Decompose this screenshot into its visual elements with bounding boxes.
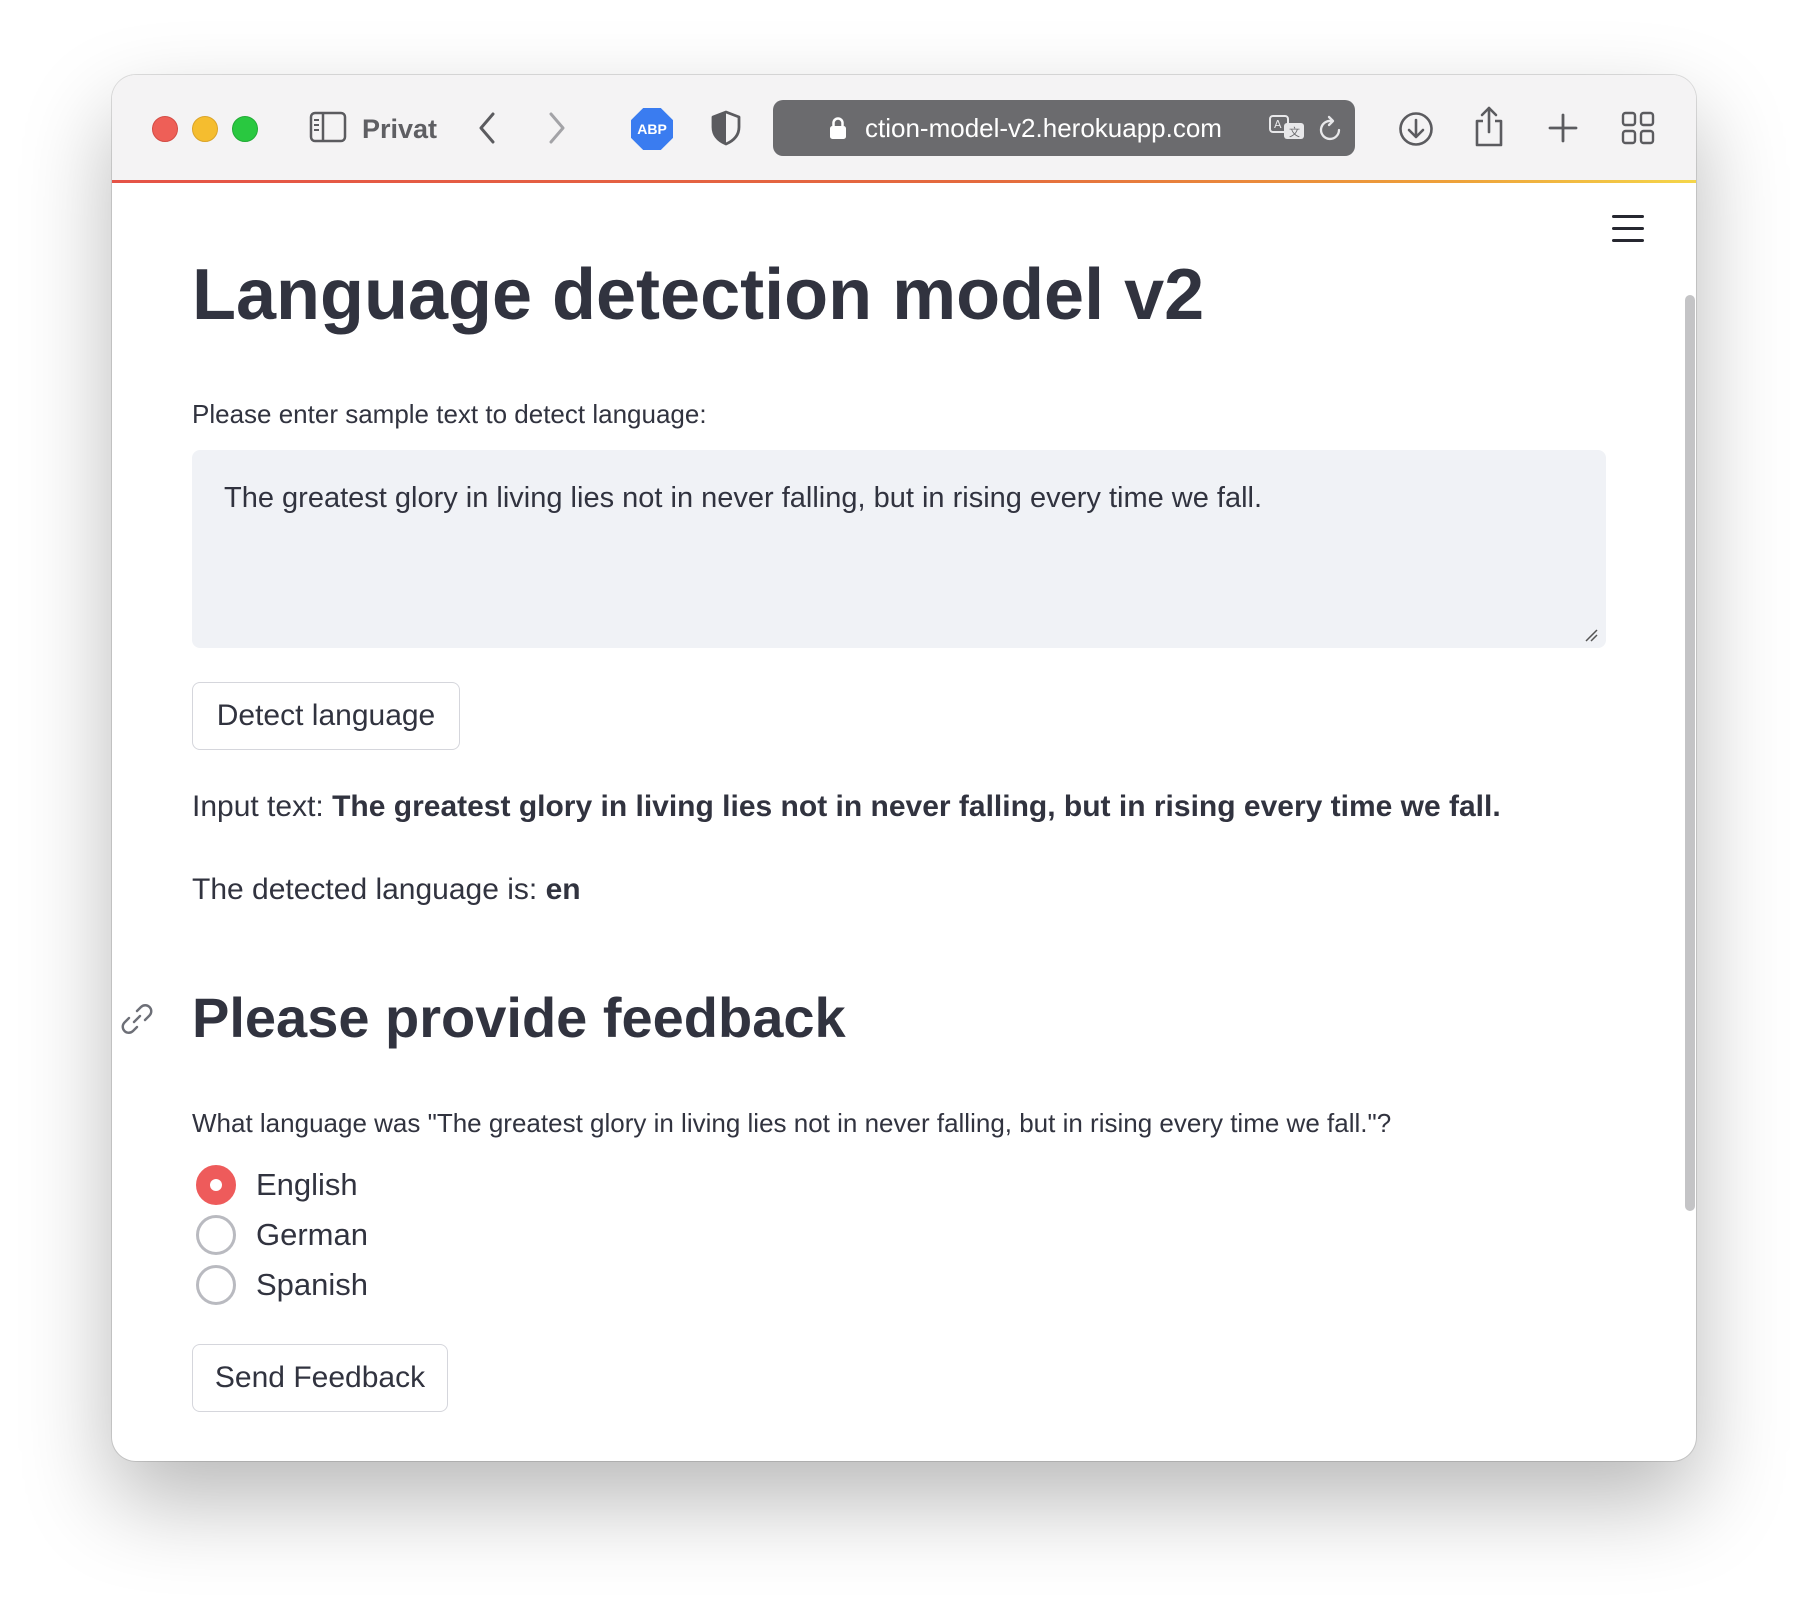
lock-icon [827, 114, 849, 142]
detect-language-button[interactable]: Detect language [192, 682, 460, 750]
close-window-button[interactable] [152, 116, 178, 142]
radio-label: Spanish [256, 1267, 369, 1302]
zoom-window-button[interactable] [232, 116, 258, 142]
reload-icon[interactable] [1315, 113, 1347, 145]
sample-text-area[interactable]: The greatest glory in living lies not in… [192, 450, 1606, 648]
privacy-shield-icon[interactable] [708, 108, 744, 148]
scrollbar[interactable] [1685, 295, 1695, 1211]
svg-text:A: A [1274, 118, 1282, 131]
radio-label: German [256, 1217, 368, 1252]
radio-unselected-icon[interactable] [196, 1265, 236, 1305]
downloads-icon[interactable] [1396, 109, 1436, 149]
detected-language-value: en [545, 873, 581, 906]
detected-language-prefix: The detected language is: [192, 873, 538, 906]
forward-icon[interactable] [542, 108, 572, 148]
detected-language-line: The detected language is: en [192, 870, 581, 910]
menu-icon[interactable] [1612, 215, 1644, 245]
radio-option-english[interactable]: English [196, 1163, 358, 1207]
radio-option-spanish[interactable]: Spanish [196, 1263, 368, 1307]
input-text-value: The greatest glory in living lies not in… [332, 790, 1501, 823]
new-tab-icon[interactable] [1546, 111, 1580, 145]
address-bar[interactable]: ction-model-v2.herokuapp.com A文 [773, 100, 1355, 156]
radio-selected-icon[interactable] [196, 1165, 236, 1205]
text-input-label: Please enter sample text to detect langu… [192, 399, 707, 429]
minimize-window-button[interactable] [192, 116, 218, 142]
page-title: Language detection model v2 [192, 255, 1205, 335]
adblock-plus-icon[interactable]: ABP [631, 108, 673, 150]
tab-overview-icon[interactable] [1620, 110, 1656, 146]
share-icon[interactable] [1471, 103, 1507, 149]
radio-option-german[interactable]: German [196, 1213, 368, 1257]
heading-anchor-link-icon[interactable] [118, 1000, 156, 1038]
sidebar-toggle-icon[interactable] [308, 109, 348, 145]
send-feedback-button[interactable]: Send Feedback [192, 1344, 448, 1412]
radio-label: English [256, 1167, 358, 1202]
back-icon[interactable] [472, 108, 502, 148]
browser-window: Privat ABP ction-model-v2.herokuapp.com … [112, 75, 1696, 1461]
svg-text:文: 文 [1289, 125, 1300, 139]
private-profile-label[interactable]: Privat [362, 111, 437, 147]
browser-toolbar: Privat ABP ction-model-v2.herokuapp.com … [112, 75, 1696, 180]
radio-unselected-icon[interactable] [196, 1215, 236, 1255]
translate-icon[interactable]: A文 [1267, 112, 1307, 144]
sample-text-value: The greatest glory in living lies not in… [224, 482, 1263, 514]
page-load-accent-bar [112, 180, 1696, 183]
feedback-question: What language was "The greatest glory in… [192, 1108, 1392, 1138]
input-text-line: Input text: The greatest glory in living… [192, 787, 1501, 827]
input-text-prefix: Input text: [192, 790, 324, 823]
url-text: ction-model-v2.herokuapp.com [865, 113, 1222, 143]
resize-handle-icon[interactable] [1584, 628, 1598, 642]
feedback-heading: Please provide feedback [192, 986, 846, 1049]
